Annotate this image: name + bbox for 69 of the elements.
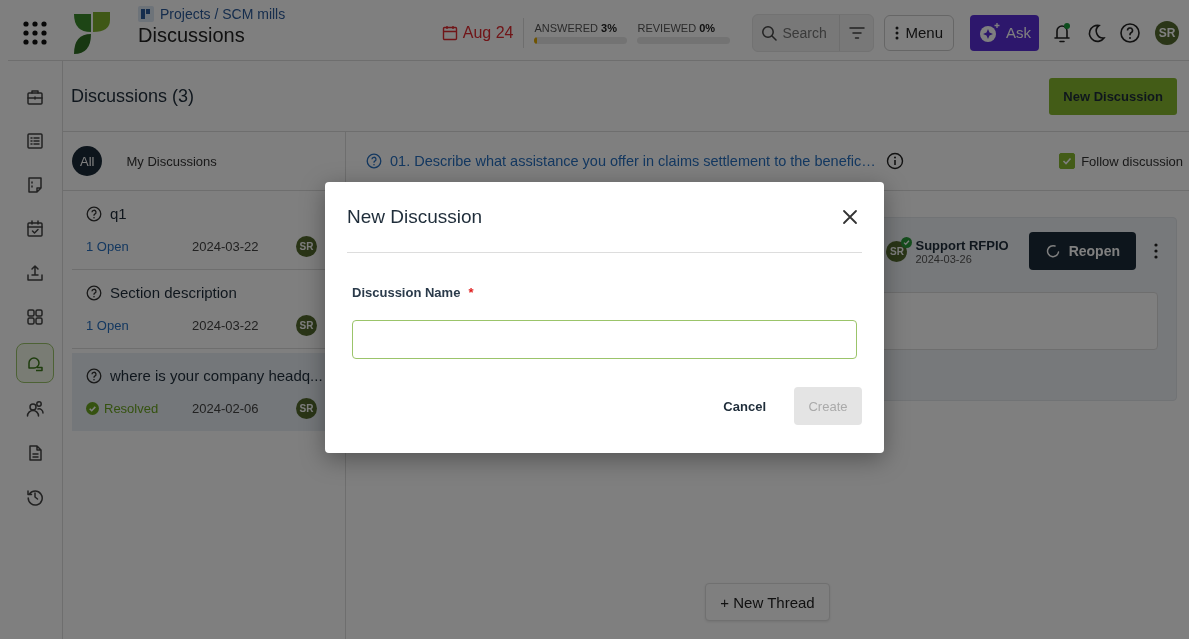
reopen-button[interactable]: Reopen	[1028, 232, 1136, 270]
author-name: Support RFPIO	[915, 237, 1009, 253]
discussion-date: 2024-03-22	[192, 318, 260, 333]
upload-icon	[26, 264, 44, 282]
people-icon	[26, 400, 44, 418]
info-icon[interactable]	[885, 152, 904, 170]
note-icon	[26, 176, 44, 194]
user-avatar: SR	[296, 236, 317, 257]
question-icon	[86, 367, 102, 384]
discussion-status: 1 Open	[86, 318, 130, 333]
sidebar-nav-button[interactable]	[16, 343, 54, 383]
discussion-title: where is your company headq...	[110, 367, 323, 384]
user-avatar: SR	[886, 240, 908, 262]
list-icon	[26, 132, 44, 150]
field-label: Discussion Name	[352, 285, 461, 300]
refresh-icon	[1044, 243, 1061, 259]
discussion-title: Section description	[110, 284, 237, 301]
calendar-icon	[441, 24, 458, 41]
discussion-title: q1	[110, 205, 127, 222]
filter-tab[interactable]: My Discussions	[118, 146, 225, 176]
new-discussion-button[interactable]: New Discussion	[1049, 77, 1177, 115]
apps-menu-icon[interactable]	[22, 19, 48, 46]
notification-bell-icon[interactable]	[1051, 21, 1073, 44]
help-icon[interactable]	[1119, 21, 1141, 44]
progress-label: ANSWERED 3%	[534, 21, 618, 34]
sparkle-icon	[978, 22, 1000, 43]
filter-icon	[848, 26, 865, 39]
history-icon	[26, 488, 44, 506]
question-icon	[86, 284, 102, 301]
check-icon	[1062, 156, 1073, 166]
page-title: Discussions	[138, 24, 246, 47]
filter-tab[interactable]: All	[72, 146, 103, 176]
check-badge-icon	[901, 236, 913, 248]
checkbox-label: Follow discussion	[1081, 153, 1183, 169]
dialog-title: New Discussion	[347, 206, 483, 228]
required-mark: *	[468, 285, 474, 300]
grid-icon	[26, 308, 44, 326]
name-input-field[interactable]	[352, 320, 857, 359]
user-avatar[interactable]: SR	[1155, 20, 1179, 45]
more-icon[interactable]	[1154, 243, 1158, 259]
discussion-status: 1 Open	[86, 239, 130, 254]
question-icon	[86, 205, 102, 222]
chat-icon	[26, 354, 44, 372]
cancel-button[interactable]: Cancel	[717, 392, 772, 420]
project-icon	[138, 6, 154, 22]
search-icon	[761, 24, 778, 41]
new-thread-button[interactable]: + New Thread	[705, 583, 830, 621]
user-avatar: SR	[296, 398, 317, 419]
discussion-date: 2024-02-06	[192, 401, 260, 416]
ask-button[interactable]: Ask	[970, 14, 1039, 51]
discussion-date: 2024-03-22	[192, 239, 260, 254]
section-heading: Discussions (3)	[71, 85, 195, 107]
briefcase-icon	[26, 88, 44, 106]
post-date: 2024-03-26	[915, 252, 973, 265]
close-icon	[842, 209, 858, 225]
calendar-check-icon	[26, 220, 44, 238]
follow-checkbox[interactable]	[1059, 153, 1076, 169]
more-icon	[895, 25, 900, 40]
question-icon	[366, 153, 382, 169]
progress-label: REVIEWED 0%	[637, 21, 717, 34]
menu-button[interactable]: Menu	[884, 14, 954, 51]
user-avatar: SR	[296, 315, 317, 336]
due-date: Aug 24	[462, 23, 514, 42]
breadcrumb-link[interactable]: Projects / SCM mills	[160, 6, 286, 22]
discussion-status: Resolved	[86, 401, 192, 416]
leaf-logo-icon	[74, 11, 110, 54]
check-circle-icon	[86, 402, 99, 415]
document-icon	[26, 444, 44, 462]
question-link[interactable]: 01. Describe what assistance you offer in claims settlement to the benefic…	[390, 153, 876, 169]
